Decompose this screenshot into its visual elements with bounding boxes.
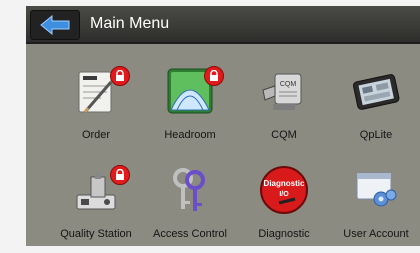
menu-item-quality-station[interactable]: Quality Station xyxy=(50,157,142,253)
svg-text:CQM: CQM xyxy=(280,81,297,88)
user-account-icon xyxy=(351,165,401,215)
menu-item-user-account[interactable]: User Account xyxy=(330,157,420,253)
back-arrow-icon xyxy=(40,15,70,35)
menu-item-label: User Account xyxy=(343,228,409,240)
cqm-icon: CQM xyxy=(259,66,309,116)
lock-icon xyxy=(110,66,130,86)
menu-item-label: Access Control xyxy=(153,228,227,240)
back-button[interactable] xyxy=(30,10,80,40)
header-bar: Main Menu xyxy=(26,6,420,44)
page-title: Main Menu xyxy=(90,15,170,32)
diagnostic-icon: Diagnostic I/O xyxy=(259,165,309,215)
menu-item-label: Diagnostic xyxy=(258,228,310,240)
menu-item-headroom[interactable]: Headroom xyxy=(144,58,236,154)
menu-item-label: Quality Station xyxy=(60,228,132,240)
menu-item-order[interactable]: Order xyxy=(50,58,142,154)
menu-item-access-control[interactable]: Access Control xyxy=(144,157,236,253)
lock-icon xyxy=(204,66,224,86)
access-keys-icon xyxy=(165,165,215,215)
qplite-device-icon xyxy=(351,66,401,116)
menu-item-qplite[interactable]: QpLite xyxy=(330,58,420,154)
main-menu-screen: Main Menu Order Headroom CQM CQM QpLite … xyxy=(26,6,420,246)
diagnostic-icon-text: Diagnostic xyxy=(264,179,305,188)
menu-item-label: Order xyxy=(81,129,111,141)
lock-icon xyxy=(110,165,130,185)
menu-item-label: CQM xyxy=(271,129,297,141)
menu-item-label: QpLite xyxy=(359,129,393,141)
menu-item-label: Headroom xyxy=(164,129,216,141)
menu-item-cqm[interactable]: CQM CQM xyxy=(238,58,330,154)
diagnostic-icon-subtext: I/O xyxy=(279,191,289,198)
menu-item-diagnostic[interactable]: Diagnostic I/O Diagnostic xyxy=(238,157,330,253)
